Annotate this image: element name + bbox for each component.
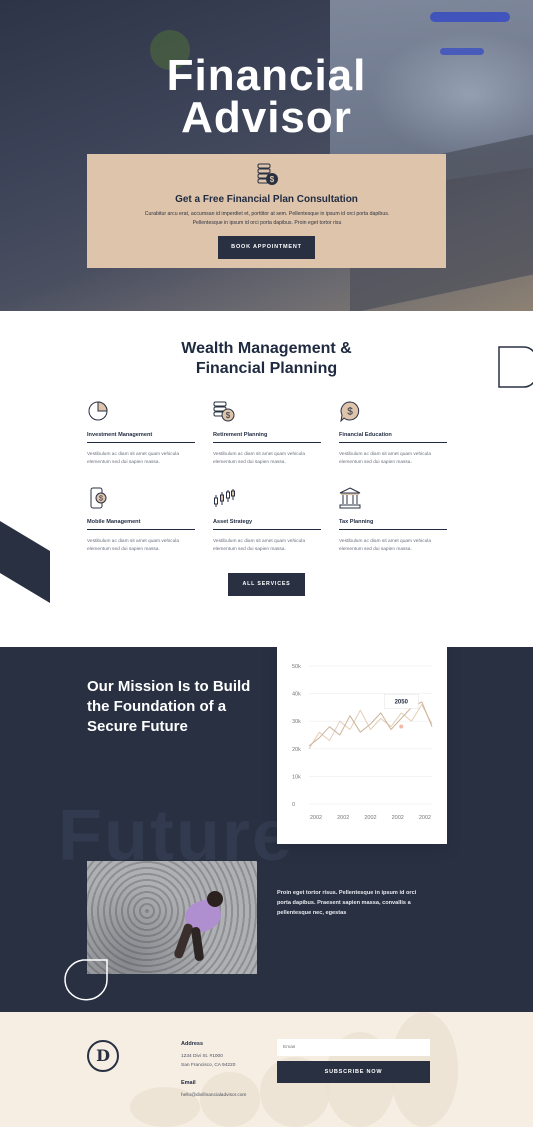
hero-title-line2: Advisor [181, 93, 352, 142]
service-divider [87, 529, 195, 530]
service-title: Financial Education [339, 432, 392, 438]
navy-parallelogram-shape [0, 521, 50, 603]
address-line2: San Francisco, CA 94220 [181, 1063, 236, 1068]
email-input[interactable] [277, 1039, 430, 1056]
mission-title: Our Mission Is to Build the Foundation o… [87, 678, 251, 735]
service-divider [339, 442, 447, 443]
email-address-link[interactable]: hello@divifinancialadvisor.com [181, 1091, 246, 1100]
service-desc: Vestibulum ac diam sit amet quam vehicul… [339, 539, 431, 552]
consultation-card: $ Get a Free Financial Plan Consultation… [87, 154, 446, 268]
chart-y-tick-label: 10k [292, 774, 301, 780]
hero-title: Financial Advisor [0, 51, 533, 142]
pie-chart-icon [88, 401, 108, 421]
service-desc: Vestibulum ac diam sit amet quam vehicul… [339, 452, 431, 465]
chart-y-tick-label: 40k [292, 692, 301, 698]
services-title-line1: Wealth Management & [181, 340, 352, 357]
bank-building-icon [339, 487, 361, 509]
service-divider [213, 529, 321, 530]
svg-text:$: $ [270, 175, 275, 184]
chart-tooltip-label: 2050 [395, 699, 409, 705]
service-desc: Vestibulum ac diam sit amet quam vehicul… [87, 452, 179, 465]
address-label: Address [181, 1041, 204, 1047]
service-title: Tax Planning [339, 519, 374, 525]
services-section: Wealth Management & Financial Planning I… [0, 311, 533, 647]
service-desc: Vestibulum ac diam sit amet quam vehicul… [87, 539, 179, 552]
candlestick-icon [214, 489, 235, 507]
footer-section: D Address 1234 Divi St. #1000 San Franci… [0, 1012, 533, 1127]
svg-text:$: $ [226, 411, 231, 420]
chart-x-tick-label: 2002 [310, 815, 322, 821]
service-divider [213, 442, 321, 443]
address-line1: 1234 Divi St. #1000 [181, 1054, 223, 1059]
service-title: Asset Strategy [213, 519, 253, 525]
chart-card: 0 10k 20k 30k 40k 50k 2002 2002 2002 2002 2002 2050 [277, 647, 447, 844]
drop-outline-shape [64, 959, 108, 1001]
service-title: Retirement Planning [213, 432, 268, 438]
chart-x-tick-label: 2002 [392, 815, 404, 821]
chart-x-tick-label: 2002 [419, 815, 431, 821]
consultation-body: Curabitur arcu erat, accumsan id imperdi… [144, 211, 390, 226]
chart-x-tick-label: 2002 [337, 815, 349, 821]
consultation-title: Get a Free Financial Plan Consultation [175, 194, 358, 205]
service-title: Mobile Management [87, 519, 141, 525]
chart-y-tick-label: 50k [292, 664, 301, 670]
subscribe-button[interactable]: SUBSCRIBE NOW [277, 1061, 430, 1083]
chart-x-tick-label: 2002 [364, 815, 376, 821]
photo-shade [87, 861, 257, 974]
services-title-line2: Financial Planning [195, 360, 338, 377]
divi-logo[interactable]: D [87, 1040, 119, 1072]
all-services-button[interactable]: ALL SERVICES [228, 573, 305, 596]
svg-text:$: $ [99, 496, 103, 503]
email-label: Email [181, 1080, 196, 1086]
dollar-bubble-icon: $ [340, 401, 360, 422]
hero-screen-bar [440, 48, 484, 55]
hero-title-line1: Financial [166, 51, 367, 100]
hero-section: Financial Advisor $ Get a Free Financial… [0, 0, 533, 311]
chart-marker [399, 724, 404, 729]
service-divider [87, 442, 195, 443]
line-chart: 0 10k 20k 30k 40k 50k 2002 2002 2002 2002 2002 2050 [292, 664, 433, 821]
chart-y-tick-label: 20k [292, 747, 301, 753]
chart-y-tick-label: 0 [292, 802, 295, 808]
person-head [207, 891, 223, 907]
coins-stack-icon: $ [213, 401, 235, 422]
service-desc: Vestibulum ac diam sit amet quam vehicul… [213, 452, 305, 465]
book-appointment-button[interactable]: BOOK APPOINTMENT [218, 236, 315, 259]
mission-section: Future Our Mission Is to Build the Found… [0, 647, 533, 1012]
hero-screen-bar [430, 12, 510, 22]
service-title: Investment Management [87, 432, 153, 438]
mission-text: Proin eget tortor risus. Pellentesque in… [277, 890, 417, 916]
service-desc: Vestibulum ac diam sit amet quam vehicul… [213, 539, 305, 552]
services-title: Wealth Management & Financial Planning [0, 339, 533, 379]
chart-y-tick-label: 30k [292, 719, 301, 725]
mobile-dollar-icon: $ [90, 487, 107, 509]
chart-series-line [308, 704, 433, 750]
svg-text:$: $ [347, 407, 353, 418]
coins-dollar-icon: $ [257, 162, 279, 191]
walking-person-photo [87, 861, 257, 974]
service-divider [339, 529, 447, 530]
